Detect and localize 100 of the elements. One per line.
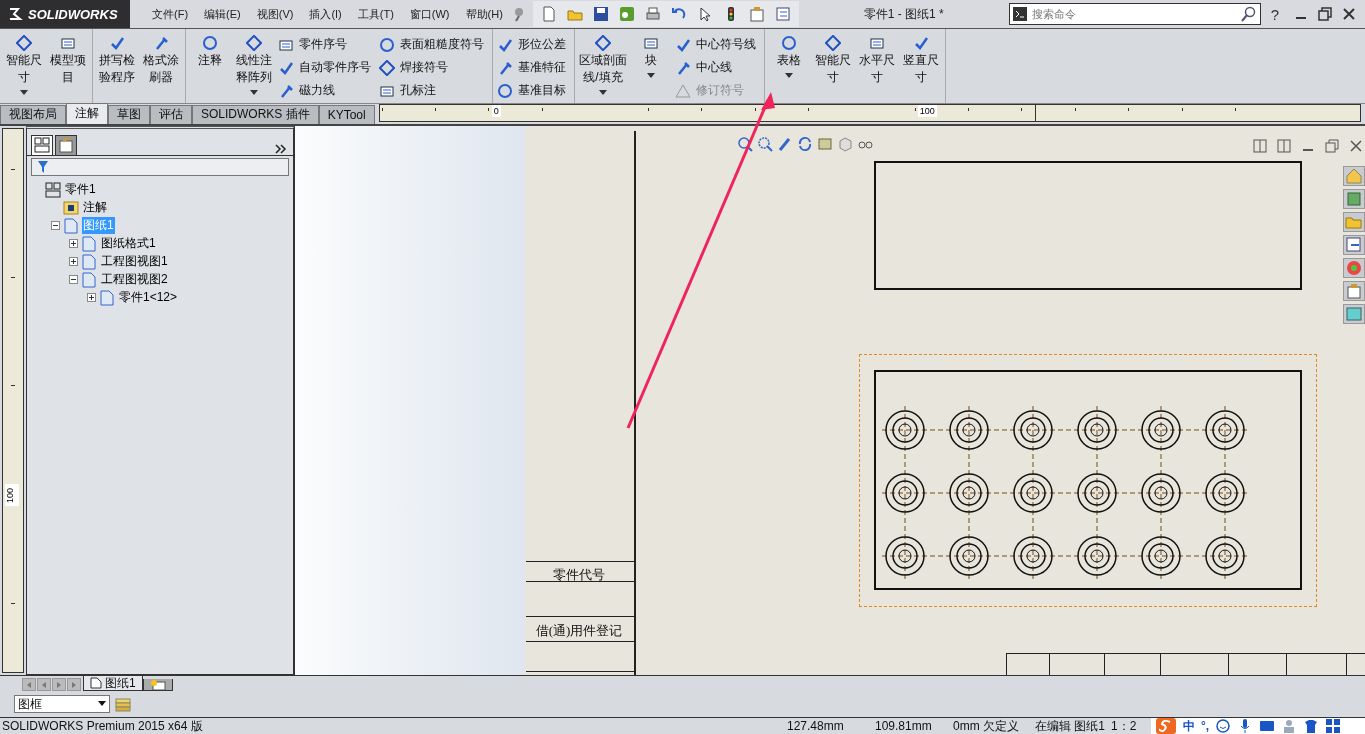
feature-tree-tab[interactable] <box>31 134 53 155</box>
logo: SOLIDWORKS <box>0 0 130 28</box>
expand-icon[interactable] <box>69 239 78 249</box>
status-text: 109.81mm <box>875 719 933 733</box>
caret-icon[interactable] <box>250 90 258 95</box>
search-icon[interactable] <box>1240 6 1257 22</box>
tab[interactable]: 草图 <box>108 104 150 124</box>
task-pane-tab[interactable] <box>1343 303 1365 324</box>
ribbon-button[interactable]: 焊接符号 <box>379 58 488 77</box>
keyboard-icon[interactable] <box>1259 718 1276 734</box>
ribbon-button[interactable]: 中心符号线 <box>675 35 760 54</box>
window-title: 零件1 - 图纸1 * <box>862 5 945 23</box>
ribbon-button[interactable]: 块 <box>631 33 671 80</box>
hole-pattern-drawing[interactable] <box>874 369 1302 590</box>
filter-field[interactable] <box>31 157 289 176</box>
list-icon[interactable] <box>774 6 791 22</box>
ribbon-button[interactable]: 智能尺寸 <box>813 33 853 88</box>
expand-icon[interactable] <box>87 293 96 303</box>
status-text: 在编辑 图纸1 <box>1035 717 1106 734</box>
new-document-icon[interactable] <box>540 6 557 22</box>
tab[interactable]: 注解 <box>66 102 108 124</box>
restore-icon[interactable] <box>1317 6 1333 22</box>
smiley-icon[interactable] <box>1215 718 1232 734</box>
printer-icon[interactable] <box>644 6 661 22</box>
task-pane-tab[interactable] <box>1343 257 1365 278</box>
ribbon-button[interactable]: 磁力线 <box>278 81 375 100</box>
menu-item[interactable]: 窗口(W) <box>401 4 458 24</box>
sheet-tab[interactable]: 图纸1 <box>83 676 143 691</box>
ribbon-button[interactable]: 水平尺寸 <box>857 33 897 88</box>
property-tab[interactable] <box>55 134 77 155</box>
tab[interactable]: KYTool <box>318 104 375 124</box>
ribbon-button[interactable]: 模型项目 <box>48 33 88 88</box>
caret-icon[interactable] <box>599 90 607 95</box>
tree-item[interactable]: 工程图视图1 <box>100 253 169 271</box>
split-view-icon[interactable] <box>1276 137 1292 154</box>
ime-indicator[interactable]: 中 <box>1183 717 1195 734</box>
expand-icon[interactable] <box>69 257 78 267</box>
task-pane-tab[interactable] <box>1343 234 1365 255</box>
menu-item[interactable]: 帮助(H) <box>457 4 511 24</box>
pen-icon[interactable] <box>777 135 793 152</box>
ime-logo-icon[interactable] <box>1155 718 1177 734</box>
note-folder-icon <box>63 199 79 216</box>
ribbon-button[interactable]: 智能尺寸 <box>4 33 44 97</box>
ime-indicator[interactable]: °, <box>1201 719 1210 733</box>
search-field[interactable]: 搜索命令 <box>1008 3 1261 25</box>
rotate-icon[interactable] <box>797 135 813 152</box>
collapse-icon[interactable] <box>51 221 60 231</box>
tab[interactable]: SOLIDWORKS 插件 <box>192 104 319 124</box>
layer-dropdown[interactable]: 图框 <box>14 695 110 713</box>
add-sheet-button[interactable] <box>142 679 173 691</box>
ribbon-button[interactable]: 形位公差 <box>497 35 570 54</box>
zoom-area-icon[interactable] <box>757 135 773 152</box>
view-palette-icon <box>1345 235 1363 254</box>
menu-item[interactable]: 视图(V) <box>248 4 302 24</box>
help-button[interactable]: ? <box>1270 5 1279 23</box>
tool-icon <box>781 35 797 51</box>
ribbon-button[interactable]: 零件序号 <box>278 35 375 54</box>
caret-icon[interactable] <box>647 73 655 78</box>
close-icon[interactable] <box>1348 137 1364 154</box>
shirt-icon[interactable] <box>1303 718 1320 734</box>
zoom-icon[interactable] <box>737 135 753 152</box>
tree-item[interactable]: 注解 <box>82 199 108 217</box>
ribbon-button[interactable]: 自动零件序号 <box>278 58 375 77</box>
ribbon-button[interactable]: 中心线 <box>675 58 760 77</box>
drawing-view-frame[interactable] <box>874 160 1302 290</box>
task-pane-tab[interactable] <box>1343 280 1365 301</box>
ribbon-button[interactable]: 注释 <box>190 33 230 71</box>
menu-item[interactable]: 工具(T) <box>349 4 402 24</box>
menu-item[interactable]: 文件(F) <box>144 4 197 24</box>
ribbon-button[interactable]: 表面粗糙度符号 <box>379 35 488 54</box>
ribbon-button[interactable]: 基准目标 <box>497 81 570 100</box>
split-view-icon[interactable] <box>1252 137 1268 154</box>
caret-icon[interactable] <box>785 73 793 78</box>
tab[interactable]: 评估 <box>150 104 192 124</box>
tree-item[interactable]: 零件1 <box>64 181 97 199</box>
clipboard-icon[interactable] <box>748 6 765 22</box>
grid-icon[interactable] <box>1325 718 1342 734</box>
ribbon-button[interactable]: 基准特征 <box>497 58 570 77</box>
ribbon-button[interactable]: 区域剖面线/填充 <box>579 33 627 97</box>
status-text: SOLIDWORKS Premium 2015 x64 版 <box>2 717 204 734</box>
ribbon-button[interactable]: 格式涂刷器 <box>141 33 181 88</box>
menu-item[interactable]: 插入(I) <box>301 4 350 24</box>
ribbon-button[interactable]: 表格 <box>769 33 809 80</box>
restore-icon[interactable] <box>1324 137 1340 154</box>
caret-icon[interactable] <box>20 90 28 95</box>
expand-panel-icon[interactable] <box>275 142 287 155</box>
tab[interactable]: 视图布局 <box>0 104 66 124</box>
tree-item[interactable]: 零件1<12> <box>118 289 179 307</box>
ribbon-button[interactable]: 拼写检验程序 <box>97 33 137 88</box>
tree-item[interactable]: 工程图视图2 <box>100 271 169 289</box>
task-pane-tab[interactable] <box>1343 165 1365 186</box>
save-icon[interactable] <box>592 6 609 22</box>
properties-icon <box>1345 281 1363 300</box>
close-icon[interactable] <box>1341 6 1357 22</box>
ribbon-button[interactable]: 竖直尺寸 <box>901 33 941 88</box>
ribbon-button[interactable]: 线性注释阵列 <box>234 33 274 97</box>
menu-item[interactable]: 编辑(E) <box>196 4 249 24</box>
ribbon-button[interactable]: 孔标注 <box>379 81 488 100</box>
tree-item[interactable]: 图纸格式1 <box>100 235 157 253</box>
collapse-icon[interactable] <box>69 275 78 285</box>
